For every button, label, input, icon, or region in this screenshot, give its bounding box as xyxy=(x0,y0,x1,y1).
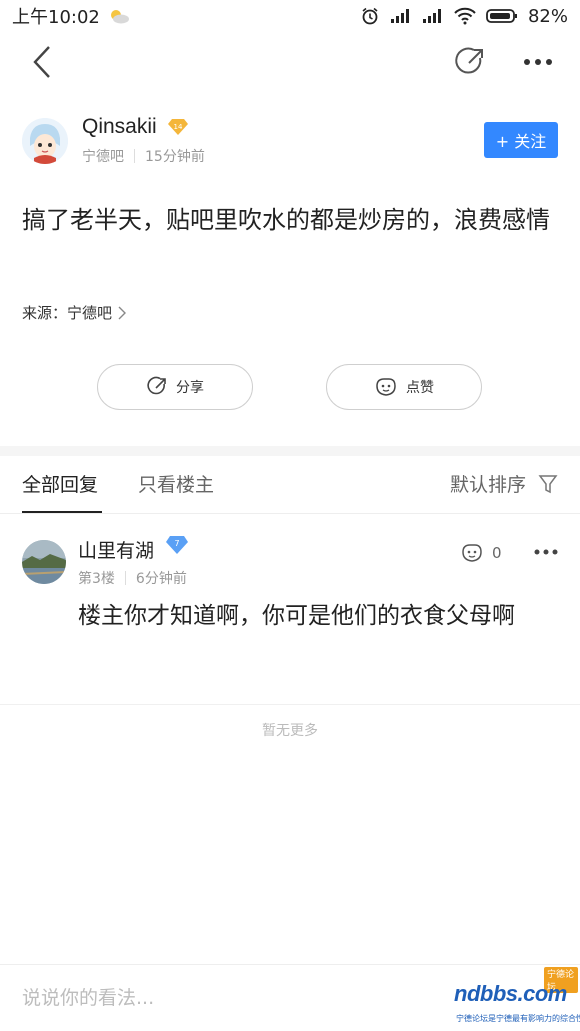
post-time: 15分钟前 xyxy=(145,149,205,165)
signal-icon xyxy=(390,8,412,24)
reply-avatar[interactable] xyxy=(22,540,66,584)
source-label: 来源：宁德吧 xyxy=(22,304,113,322)
battery-icon xyxy=(486,8,518,24)
more-dots-icon xyxy=(534,549,558,555)
signal-icon-2 xyxy=(422,8,444,24)
forum-name[interactable]: 宁德吧 xyxy=(82,146,124,166)
more-dots-icon xyxy=(524,59,552,65)
watermark-logo: ndbbs.com xyxy=(454,981,567,1006)
post-author-row: Qinsakii 14 宁德吧 15分钟前 + 关注 xyxy=(22,112,562,176)
reply-like-button[interactable]: 0 xyxy=(460,542,502,564)
share-button[interactable]: 分享 xyxy=(97,364,253,410)
wifi-icon xyxy=(454,7,476,25)
reply-meta: 第3楼 6分钟前 xyxy=(78,568,187,588)
back-button[interactable] xyxy=(24,44,60,80)
follow-button[interactable]: + 关注 xyxy=(484,122,558,158)
comment-bar: 宁德论坛 ndbbs.com 宁德论坛是宁德最有影响力的综合性社区 xyxy=(0,964,580,1031)
section-divider xyxy=(0,446,580,456)
status-time: 上午10:02 xyxy=(12,7,100,28)
share-circle-icon xyxy=(455,47,483,74)
post-actions: 分享 点赞 xyxy=(0,364,580,412)
reply-item: 山里有湖 7 第3楼 6分钟前 0 楼主你才知道啊，你可是他们的衣食父母啊 xyxy=(22,530,562,700)
site-watermark: 宁德论坛 ndbbs.com 宁德论坛是宁德最有影响力的综合性社区 xyxy=(452,965,580,1029)
list-divider xyxy=(0,704,580,705)
status-bar: 上午10:02 82% xyxy=(0,0,580,32)
post-content: 搞了老半天，贴吧里吹水的都是炒房的，浪费感情 xyxy=(22,206,550,234)
tab-op-only[interactable]: 只看楼主 xyxy=(138,470,214,497)
reply-time: 6分钟前 xyxy=(135,571,187,587)
like-label: 点赞 xyxy=(406,380,434,396)
status-right: 82% xyxy=(360,6,568,27)
alarm-icon xyxy=(360,6,380,26)
sort-label: 默认排序 xyxy=(449,474,526,496)
chevron-left-icon xyxy=(33,46,50,78)
watermark-sub: 宁德论坛是宁德最有影响力的综合性社区 xyxy=(456,1014,580,1023)
reply-author-name[interactable]: 山里有湖 xyxy=(78,536,154,563)
meta-divider xyxy=(134,149,135,163)
avatar[interactable] xyxy=(22,118,68,164)
author-meta: 宁德吧 15分钟前 xyxy=(82,146,205,166)
nav-bar xyxy=(0,32,580,94)
battery-level: 82% xyxy=(527,5,568,27)
reply-content: 楼主你才知道啊，你可是他们的衣食父母啊 xyxy=(78,603,515,629)
level-badge: 14 xyxy=(168,118,188,136)
chevron-right-icon xyxy=(118,306,127,319)
level-badge-text: 14 xyxy=(174,123,183,131)
reply-level-badge: 7 xyxy=(166,534,188,556)
no-more-text: 暂无更多 xyxy=(262,723,318,739)
tab-all-replies[interactable]: 全部回复 xyxy=(22,470,103,513)
share-label: 分享 xyxy=(176,380,204,396)
share-icon xyxy=(147,376,166,395)
share-button-top[interactable] xyxy=(452,44,488,80)
reply-floor: 第3楼 xyxy=(78,571,115,587)
like-icon xyxy=(376,378,396,396)
more-button-top[interactable] xyxy=(520,44,556,80)
reply-like-icon xyxy=(462,544,482,562)
sort-dropdown[interactable]: 默认排序 xyxy=(450,470,558,497)
author-name[interactable]: Qinsakii xyxy=(82,115,157,139)
reply-tabs: 全部回复 只看楼主 默认排序 xyxy=(0,456,580,514)
like-button[interactable]: 点赞 xyxy=(326,364,482,410)
filter-icon xyxy=(538,474,558,493)
reply-like-count: 0 xyxy=(492,544,502,562)
reply-meta-divider xyxy=(124,571,126,585)
post-source[interactable]: 来源：宁德吧 xyxy=(22,302,127,323)
reply-more-button[interactable] xyxy=(532,540,560,564)
status-left: 上午10:02 xyxy=(12,3,130,29)
reply-level-text: 7 xyxy=(174,539,179,548)
comment-input[interactable] xyxy=(22,983,422,1013)
partly-cloudy-icon xyxy=(108,8,130,24)
